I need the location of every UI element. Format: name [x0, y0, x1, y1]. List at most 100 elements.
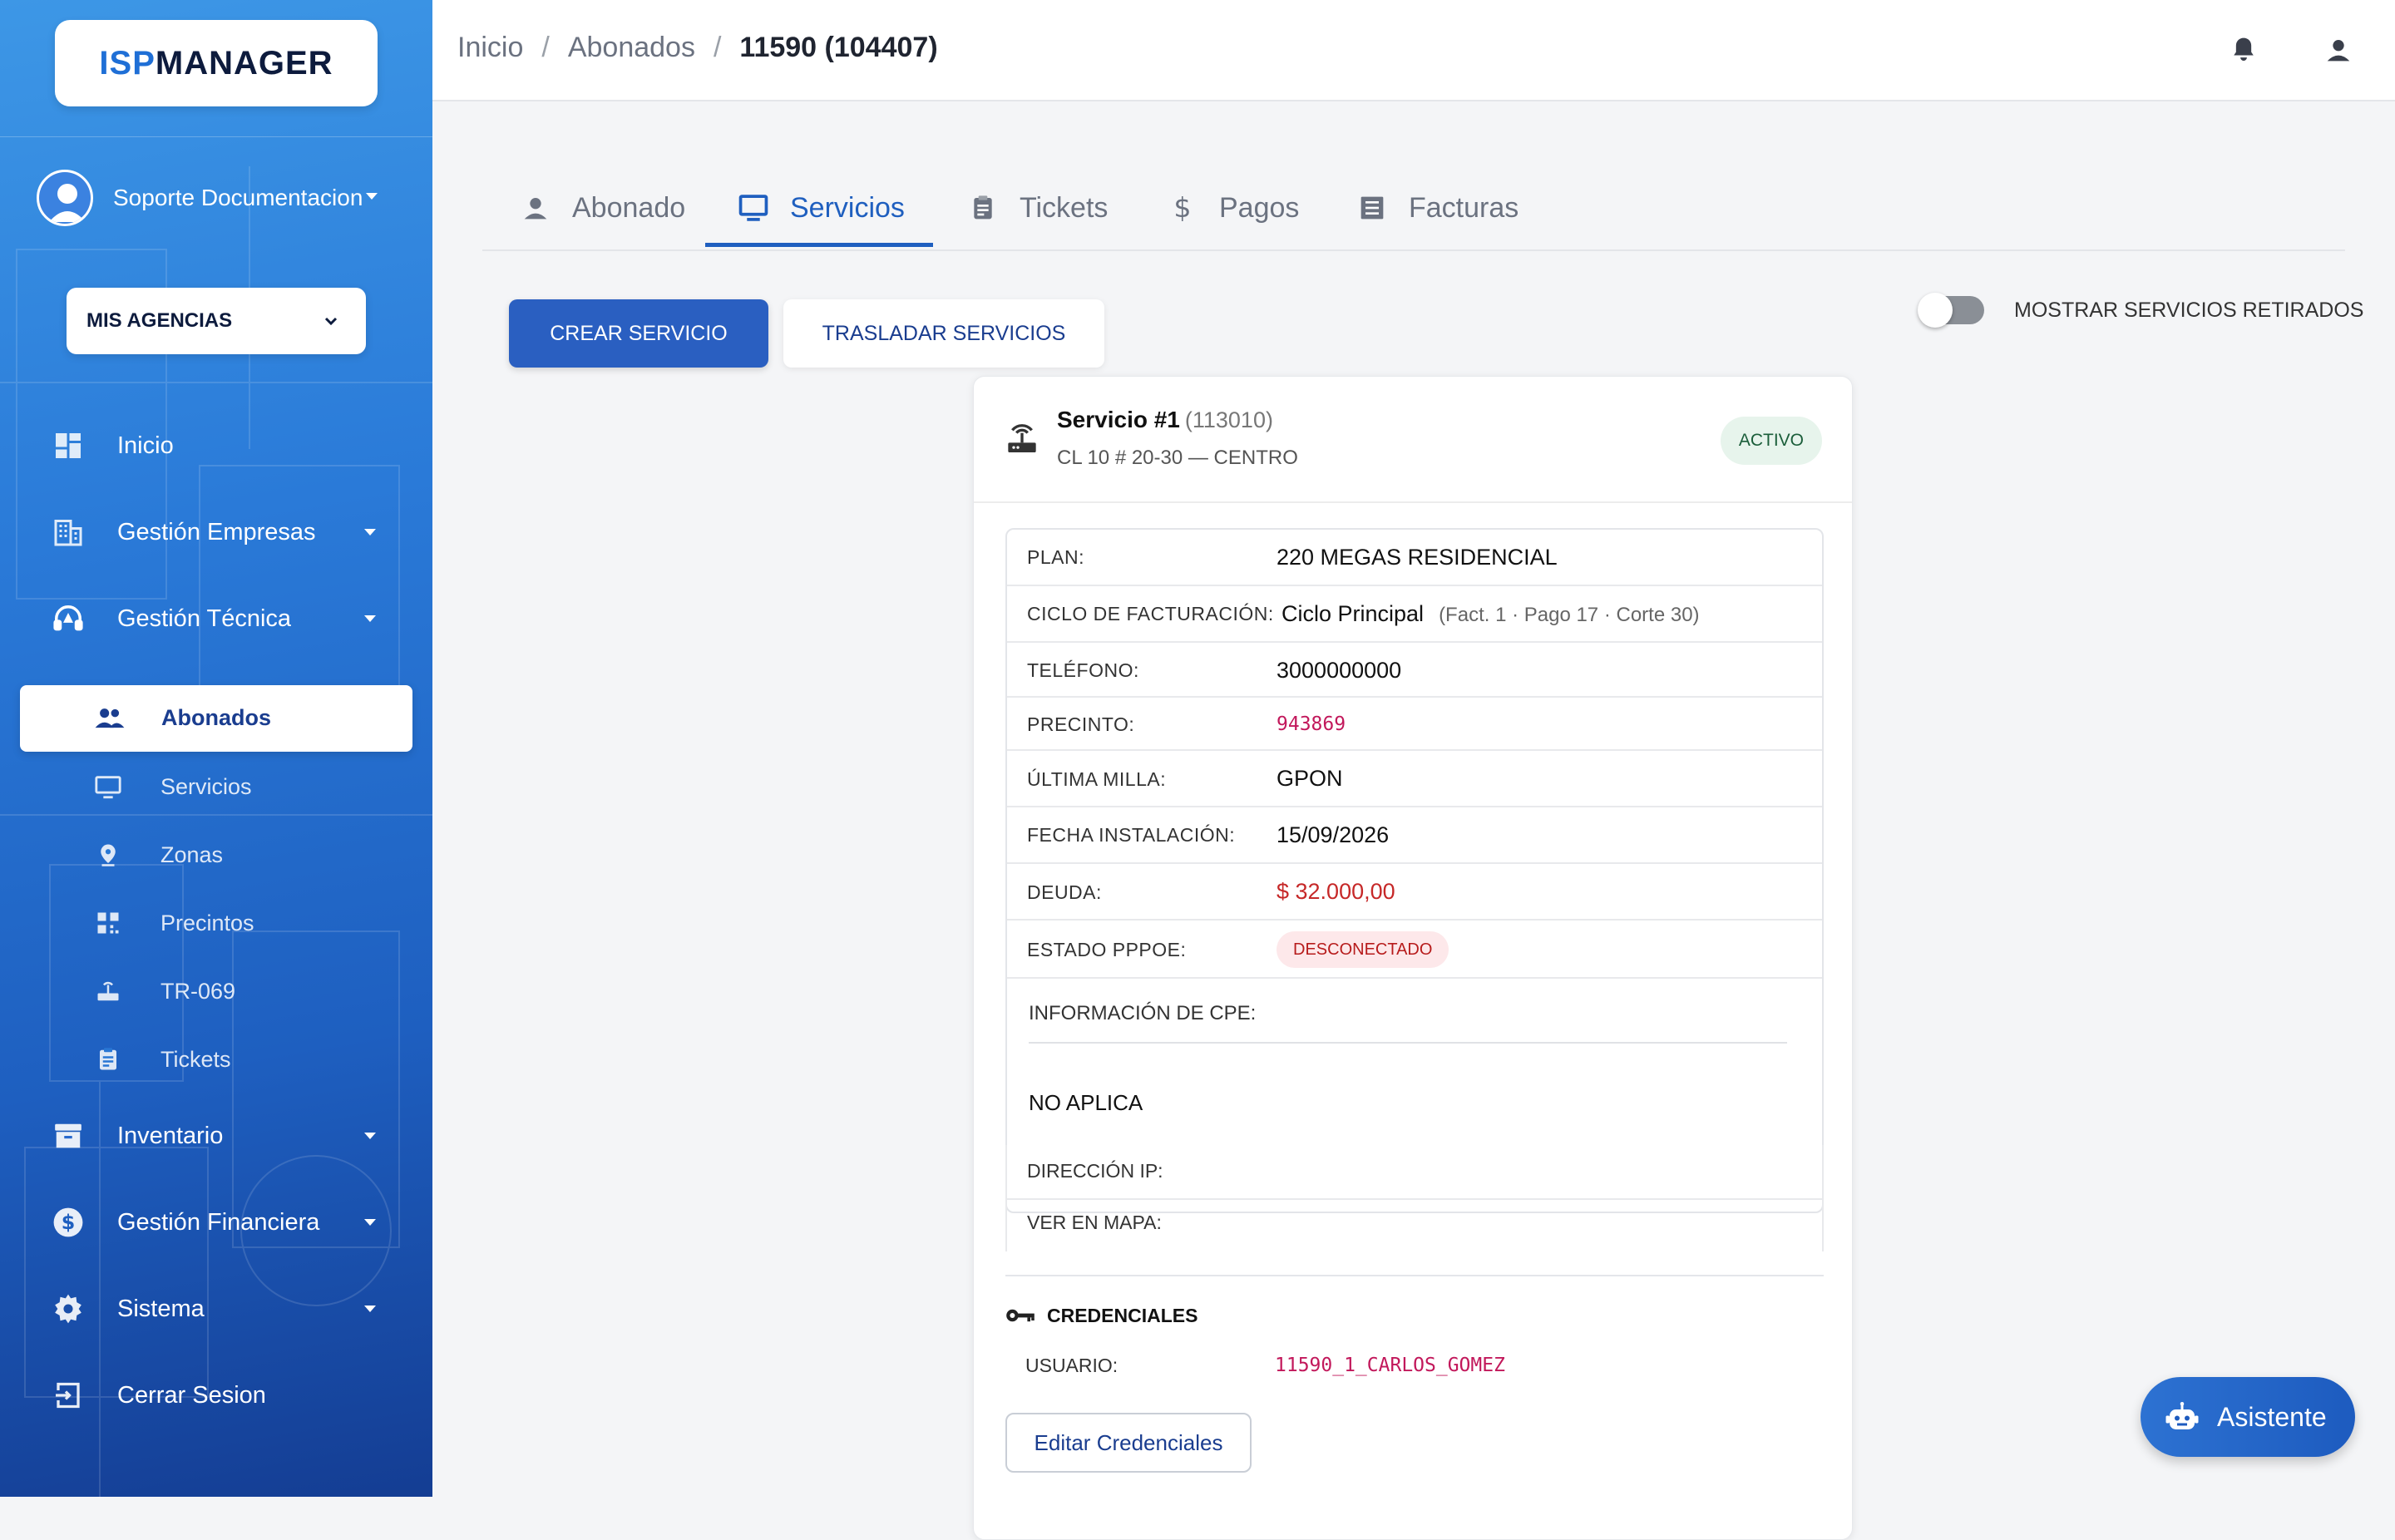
qr-icon: [91, 906, 125, 940]
credentials-divider: [1005, 1275, 1824, 1276]
sidebar-subitem-abonados[interactable]: Abonados: [20, 685, 412, 752]
tab-facturas[interactable]: Facturas: [1356, 166, 1518, 249]
toggle-knob: [1918, 293, 1953, 328]
breadcrumb-separator: /: [713, 32, 722, 63]
users-icon: [91, 700, 128, 737]
toggle-label: MOSTRAR SERVICIOS RETIRADOS: [2014, 298, 2364, 322]
clipboard-icon: [966, 191, 1000, 225]
field-value: 220 MEGAS RESIDENCIAL: [1277, 545, 1558, 570]
sidebar-subitem-label: Tickets: [160, 1046, 231, 1072]
user-menu[interactable]: Soporte Documentacion: [37, 170, 381, 226]
sidebar-subitem-label: Zonas: [160, 842, 224, 867]
status-badge: ACTIVO: [1720, 417, 1822, 465]
sidebar-item-inventario[interactable]: Inventario: [0, 1103, 432, 1169]
sidebar-item-gestion-financiera[interactable]: $ Gestión Financiera: [0, 1189, 432, 1256]
bell-icon[interactable]: [2225, 32, 2262, 68]
tab-label: Abonado: [572, 191, 686, 224]
field-value: GPON: [1277, 766, 1343, 791]
sidebar-subitem-label: Servicios: [160, 773, 252, 799]
tab-label: Tickets: [1020, 191, 1109, 224]
row-ip: DIRECCIÓN IP:: [1005, 1145, 1824, 1200]
caret-down-icon: [364, 615, 376, 622]
tab-pagos[interactable]: $ Pagos: [1166, 166, 1299, 249]
sidebar-subitem-tickets[interactable]: Tickets: [0, 1033, 432, 1086]
invoice-icon: [1356, 191, 1389, 225]
move-services-button[interactable]: TRASLADAR SERVICIOS: [783, 299, 1104, 368]
headset-icon: [50, 600, 86, 637]
sidebar-item-gestion-tecnica[interactable]: Gestión Técnica: [0, 585, 432, 652]
sidebar-subitem-label: TR-069: [160, 978, 236, 1004]
credentials-header: CREDENCIALES: [1005, 1300, 1198, 1331]
show-retired-toggle[interactable]: [1918, 293, 1984, 328]
building-icon: [50, 514, 86, 550]
sidebar-subitem-label: Abonados: [161, 705, 271, 730]
archive-icon: [50, 1118, 86, 1154]
tab-servicios[interactable]: Servicios: [737, 166, 905, 249]
tab-tickets[interactable]: Tickets: [966, 166, 1108, 249]
row-seal: PRECINTO: 943869: [1007, 698, 1822, 751]
row-lastmile: ÚLTIMA MILLA: GPON: [1007, 751, 1822, 807]
create-service-button[interactable]: CREAR SERVICIO: [509, 299, 768, 368]
sidebar-subitem-label: Precintos: [160, 910, 254, 935]
field-value: 15/09/2026: [1277, 822, 1390, 847]
account-icon[interactable]: [2320, 32, 2357, 68]
row-cycle: CICLO DE FACTURACIÓN: Ciclo Principal (Fa…: [1007, 586, 1822, 643]
svg-text:$: $: [1173, 193, 1191, 223]
sidebar-item-label: Gestión Técnica: [117, 605, 292, 632]
tab-bar: Abonado Servicios Tickets $ Pagos Factur…: [482, 166, 2345, 251]
sidebar-item-label: Gestión Empresas: [117, 518, 316, 545]
svg-text:$: $: [62, 1211, 76, 1234]
app-logo[interactable]: ISP MANAGER: [55, 20, 378, 106]
sidebar-item-label: Inventario: [117, 1122, 224, 1149]
service-card: Servicio #1 (113010) CL 10 # 20-30 — CENT…: [973, 376, 1853, 1540]
tab-label: Servicios: [790, 191, 905, 224]
gear-icon: [50, 1291, 86, 1327]
pin-icon: [91, 838, 125, 871]
sidebar-subitem-zonas[interactable]: Zonas: [0, 828, 432, 881]
service-title: Servicio #1 (113010): [1057, 407, 1273, 433]
user-caret-icon[interactable]: [366, 193, 378, 200]
credentials-user-value: 11590_1_CARLOS_GOMEZ: [1275, 1355, 1505, 1376]
breadcrumb-current: 11590 (104407): [739, 32, 938, 63]
sidebar-item-cerrar-sesion[interactable]: Cerrar Sesion: [0, 1362, 432, 1429]
sidebar-item-inicio[interactable]: Inicio: [0, 412, 432, 479]
row-map[interactable]: VER EN MAPA:: [1005, 1197, 1824, 1251]
top-bar: Inicio / Abonados / 11590 (104407): [432, 0, 2395, 101]
caret-down-icon: [364, 529, 376, 536]
sidebar-item-sistema[interactable]: Sistema: [0, 1276, 432, 1342]
service-address: CL 10 # 20-30 — CENTRO: [1057, 447, 1298, 469]
cpe-info-value: NO APLICA: [1029, 1090, 1143, 1115]
sidebar-item-label: Gestión Financiera: [117, 1208, 320, 1236]
chevron-down-icon: [324, 317, 338, 326]
tab-label: Facturas: [1409, 191, 1519, 224]
tab-abonado[interactable]: Abonado: [519, 166, 685, 249]
cpe-info-label: INFORMACIÓN DE CPE:: [1029, 1002, 1257, 1024]
field-key: FECHA INSTALACIÓN:: [1027, 824, 1236, 846]
active-tab-indicator: [705, 243, 933, 247]
assistant-button[interactable]: Asistente: [2141, 1377, 2355, 1457]
edit-credentials-button[interactable]: Editar Credenciales: [1005, 1413, 1252, 1473]
field-key: DEUDA:: [1027, 881, 1102, 903]
caret-down-icon: [364, 1219, 376, 1226]
show-retired-toggle-row: MOSTRAR SERVICIOS RETIRADOS: [1918, 293, 2364, 328]
field-value: 3000000000: [1277, 658, 1402, 683]
robot-icon: [2165, 1399, 2202, 1435]
sidebar: ISP MANAGER Soporte Documentacion MIS AGE…: [0, 0, 432, 1497]
pppoe-status-badge: DESCONECTADO: [1277, 931, 1449, 968]
sidebar-item-gestion-empresas[interactable]: Gestión Empresas: [0, 499, 432, 565]
breadcrumb-section[interactable]: Abonados: [568, 32, 695, 64]
sidebar-item-label: Cerrar Sesion: [117, 1381, 266, 1409]
sidebar-subitem-precintos[interactable]: Precintos: [0, 896, 432, 950]
row-debt: DEUDA: $ 32.000,00: [1007, 864, 1822, 921]
sidebar-subitem-servicios[interactable]: Servicios: [0, 760, 432, 813]
field-key: PRECINTO:: [1027, 713, 1135, 735]
clipboard-icon: [91, 1043, 125, 1076]
credentials-title: CREDENCIALES: [1047, 1304, 1198, 1326]
key-icon: [1005, 1300, 1037, 1331]
debt-amount: $ 32.000,00: [1277, 879, 1395, 904]
breadcrumb-separator: /: [541, 32, 550, 63]
agency-selector[interactable]: MIS AGENCIAS: [67, 288, 366, 354]
breadcrumb-home[interactable]: Inicio: [457, 32, 523, 64]
user-name: Soporte Documentacion: [113, 185, 363, 210]
sidebar-subitem-tr069[interactable]: TR-069: [0, 965, 432, 1018]
